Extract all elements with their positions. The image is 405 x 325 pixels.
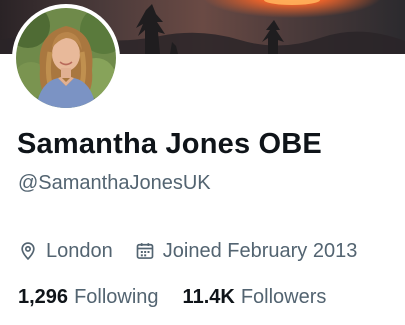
profile-stats: 1,296 Following 11.4K Followers <box>18 284 326 310</box>
following-count: 1,296 <box>18 285 69 308</box>
joined-text: Joined February 2013 <box>162 239 358 262</box>
profile-joined-date: Joined February 2013 <box>135 239 358 263</box>
location-text: London <box>46 239 113 262</box>
following-link[interactable]: 1,296 Following <box>18 286 159 309</box>
followers-label: Followers <box>240 285 327 308</box>
display-name: Samantha Jones OBE <box>17 128 322 160</box>
profile-avatar[interactable] <box>12 4 120 112</box>
profile-header: Samantha Jones OBE @SamanthaJonesUK Lond… <box>0 0 405 325</box>
avatar-photo <box>16 8 116 108</box>
following-label: Following <box>74 285 159 308</box>
followers-count: 11.4K <box>182 285 235 308</box>
profile-location: London <box>18 240 113 263</box>
profile-handle: @SamanthaJonesUK <box>18 172 211 194</box>
profile-meta-row: London Joined February 2013 <box>18 238 357 264</box>
followers-link[interactable]: 11.4K Followers <box>183 286 327 309</box>
location-pin-icon <box>18 241 38 261</box>
calendar-icon <box>135 241 155 261</box>
